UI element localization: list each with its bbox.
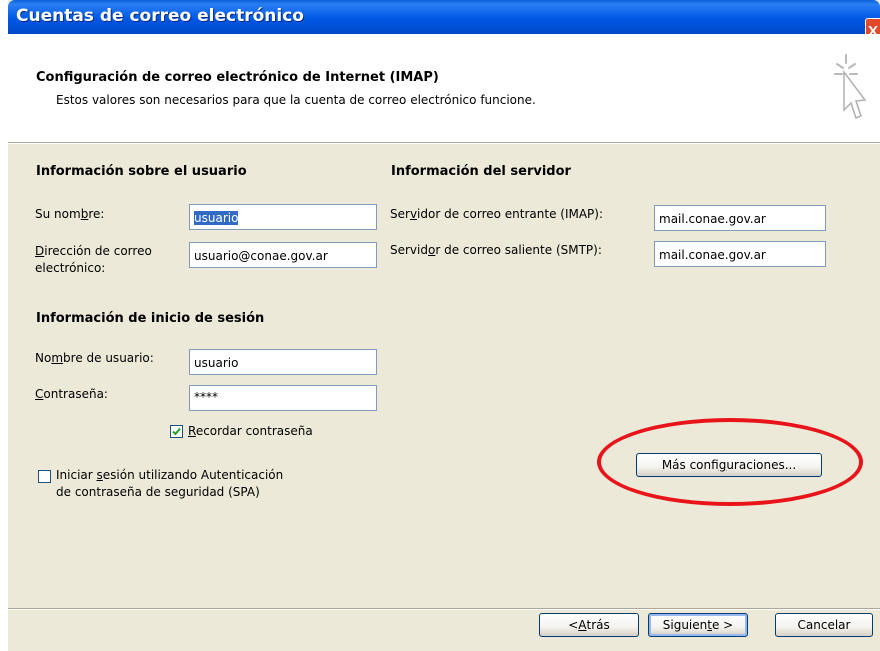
remember-password-checkbox[interactable] [170, 425, 183, 438]
page-subtitle: Estos valores son necesarios para que la… [56, 93, 536, 107]
spa-checkbox[interactable] [38, 470, 51, 483]
highlight-annotation-ellipse [597, 418, 863, 506]
next-button[interactable]: Siguien t e > [648, 613, 748, 637]
name-label: Su nombre: [35, 207, 105, 221]
email-label: Dirección de correo electrónico: [35, 244, 152, 275]
checkmark-icon [172, 427, 181, 436]
email-field[interactable]: usuario@conae.gov.ar [189, 242, 377, 268]
outgoing-server-field[interactable]: mail.conae.gov.ar [654, 241, 826, 267]
window-title: Cuentas de correo electrónico [16, 6, 304, 26]
password-field-value: **** [194, 390, 218, 404]
username-label: Nombre de usuario: [35, 351, 154, 365]
outgoing-server-label: Servidor de correo saliente (SMTP): [390, 243, 602, 257]
username-field[interactable]: usuario [189, 349, 377, 375]
server-info-heading: Información del servidor [391, 164, 571, 179]
username-field-value: usuario [194, 356, 239, 370]
incoming-server-field[interactable]: mail.conae.gov.ar [654, 205, 826, 231]
login-info-heading: Información de inicio de sesión [36, 311, 265, 326]
title-bar[interactable]: Cuentas de correo electrónico [8, 0, 880, 34]
name-field[interactable]: usuario [189, 204, 377, 230]
header-panel: Configuración de correo electrónico de I… [8, 34, 880, 142]
spa-label[interactable]: Iniciar sesión utilizando Autenticación d… [56, 467, 283, 501]
email-field-value: usuario@conae.gov.ar [194, 249, 328, 263]
cancel-button[interactable]: Cancelar [775, 613, 873, 637]
outgoing-server-value: mail.conae.gov.ar [659, 248, 766, 262]
incoming-server-label: Servidor de correo entrante (IMAP): [390, 207, 604, 221]
back-button[interactable]: < Atrás [539, 613, 639, 637]
dialog-window: Cuentas de correo electrónico X Configur… [8, 0, 880, 651]
password-label: Contraseña: [35, 387, 108, 401]
cursor-sparkle-icon [834, 54, 867, 119]
page-title: Configuración de correo electrónico de I… [36, 70, 439, 85]
user-info-heading: Información sobre el usuario [36, 164, 247, 179]
name-field-value: usuario [194, 211, 239, 225]
remember-password-label[interactable]: Recordar contraseña [188, 423, 313, 440]
password-field[interactable]: **** [189, 385, 377, 411]
incoming-server-value: mail.conae.gov.ar [659, 212, 766, 226]
